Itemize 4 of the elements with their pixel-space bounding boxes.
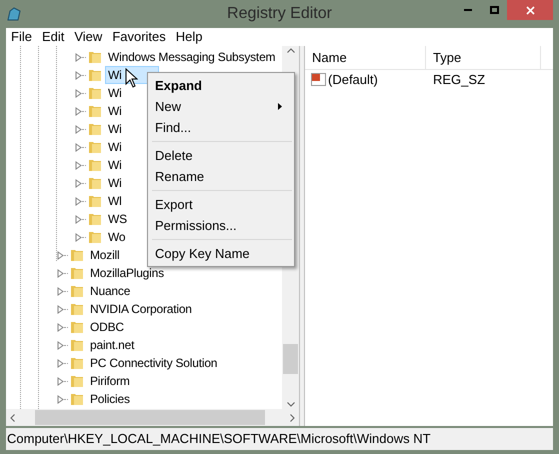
status-bar: Computer\HKEY_LOCAL_MACHINE\SOFTWARE\Microsoft\Windows NT bbox=[6, 428, 553, 450]
table-cell-text: (Default) bbox=[328, 70, 378, 89]
window-title: Registry Editor bbox=[227, 4, 332, 24]
table-cell-text: REG_SZ bbox=[432, 70, 486, 89]
